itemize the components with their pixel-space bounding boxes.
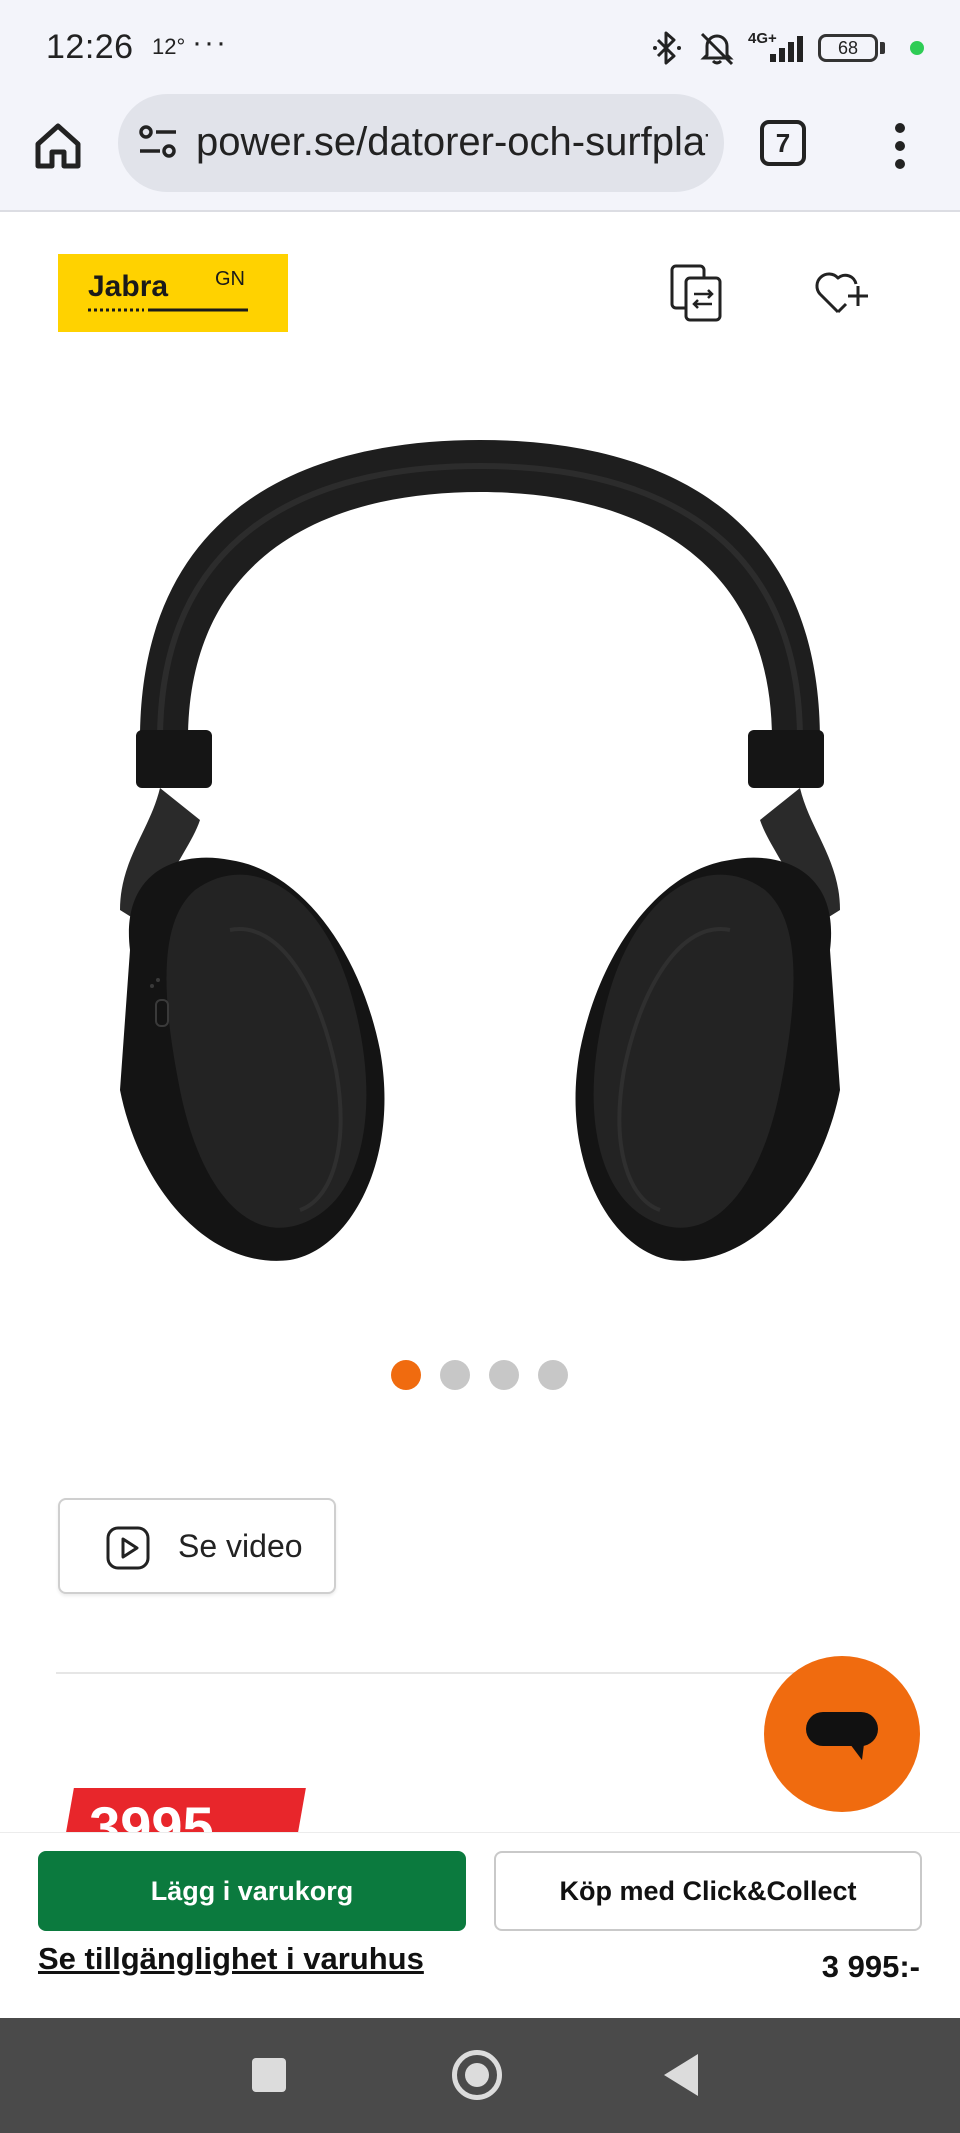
compare-icon[interactable] <box>668 262 724 324</box>
carousel-dot-1[interactable] <box>391 1360 421 1390</box>
product-price: 3 995:- <box>821 1949 920 1984</box>
back-button[interactable] <box>664 2054 698 2096</box>
system-nav-bar <box>0 2018 960 2133</box>
carousel-dots <box>0 1360 960 1390</box>
section-divider <box>56 1672 846 1674</box>
privacy-indicator <box>910 41 924 55</box>
price-tag: 3995 <box>66 1788 306 1832</box>
url-text[interactable]: power.se/datorer-och-surfplattor <box>196 120 708 165</box>
add-to-cart-button[interactable]: Lägg i varukorg <box>38 1851 466 1931</box>
see-video-button[interactable]: Se video <box>58 1498 336 1594</box>
brand-logo-underline <box>88 308 248 312</box>
heart-plus-icon[interactable] <box>812 266 872 318</box>
chat-icon <box>806 1712 878 1760</box>
home-nav-button[interactable] <box>452 2050 502 2100</box>
store-availability-link[interactable]: Se tillgänglighet i varuhus <box>38 1941 424 1977</box>
carousel-dot-4[interactable] <box>538 1360 568 1390</box>
status-time: 12:26 <box>46 28 134 66</box>
buy-bar: Lägg i varukorg Köp med Click&Collect Se… <box>0 1832 960 2018</box>
brand-logo[interactable]: Jabra GN <box>58 254 288 332</box>
status-temperature: 12° <box>152 34 186 59</box>
chat-button[interactable] <box>764 1656 920 1812</box>
battery-icon: 68 <box>818 34 878 62</box>
tune-icon[interactable] <box>138 124 178 160</box>
more-vert-icon[interactable] <box>880 118 920 174</box>
tab-switcher-button[interactable]: 7 <box>760 120 806 166</box>
battery-level: 68 <box>837 38 859 58</box>
status-bar: 12:26 12° ··· 4G+ 68 <box>0 0 960 92</box>
play-icon <box>106 1526 150 1570</box>
status-more: ··· <box>192 26 228 59</box>
product-image[interactable] <box>100 430 860 1270</box>
signal-icon <box>770 36 803 62</box>
brand-logo-suffix: GN <box>215 268 245 290</box>
price-tag-value: 3995 <box>89 1795 214 1832</box>
bell-muted-icon <box>700 32 734 66</box>
carousel-dot-3[interactable] <box>489 1360 519 1390</box>
recents-button[interactable] <box>252 2058 286 2092</box>
click-collect-button[interactable]: Köp med Click&Collect <box>494 1851 922 1931</box>
brand-logo-text: Jabra <box>88 270 169 303</box>
see-video-label: Se video <box>178 1528 303 1564</box>
browser-toolbar: power.se/datorer-och-surfplattor 7 <box>0 92 960 212</box>
home-icon[interactable] <box>30 118 86 174</box>
address-bar[interactable]: power.se/datorer-och-surfplattor <box>118 94 724 192</box>
bluetooth-icon <box>653 31 681 65</box>
battery-tip <box>880 42 885 54</box>
carousel-dot-2[interactable] <box>440 1360 470 1390</box>
